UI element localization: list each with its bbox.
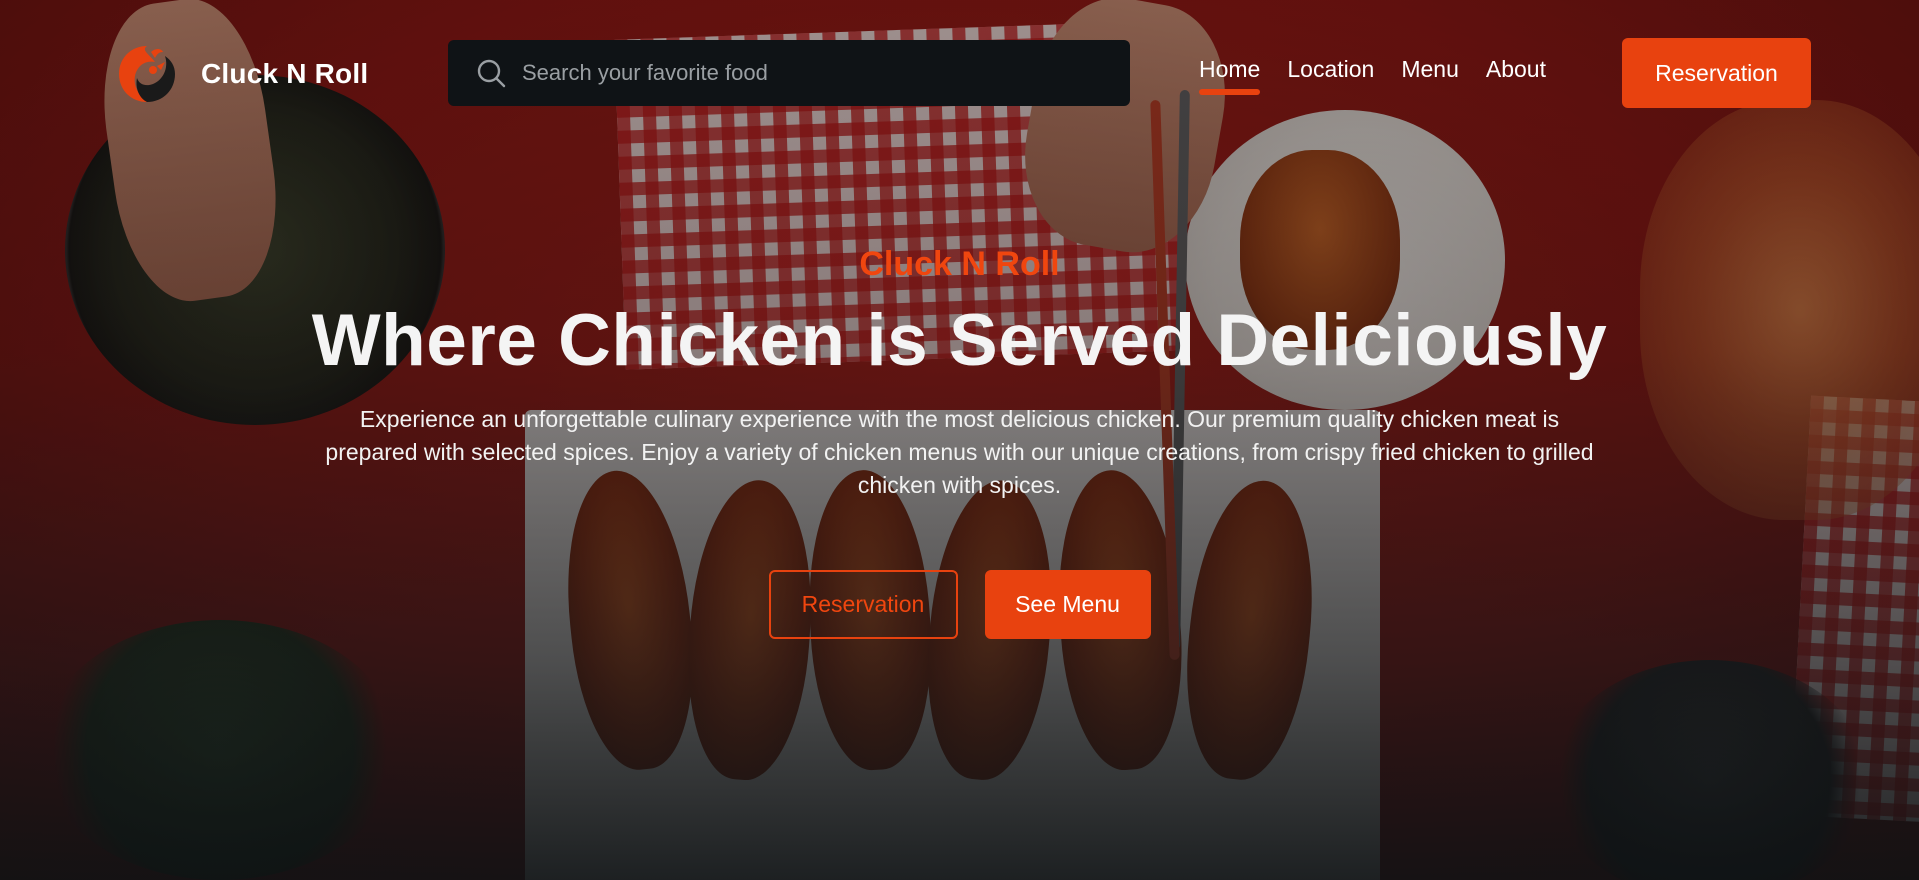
navbar: Cluck N Roll Home Location Menu About Re… <box>0 0 1919 145</box>
brand-name: Cluck N Roll <box>201 58 369 89</box>
nav-item-home[interactable]: Home <box>1199 56 1261 95</box>
nav-item-location[interactable]: Location <box>1287 56 1374 93</box>
rooster-swirl-icon <box>119 46 175 102</box>
search-input[interactable] <box>520 59 1084 87</box>
brand-logo-link[interactable]: Cluck N Roll <box>113 40 368 108</box>
nav-item-menu[interactable]: Menu <box>1401 56 1459 93</box>
search-bar[interactable] <box>448 40 1130 106</box>
main-nav: Home Location Menu About <box>1199 56 1546 95</box>
hero-description: Experience an unforgettable culinary exp… <box>325 406 1594 498</box>
hero-actions: Reservation See Menu <box>0 570 1919 639</box>
reservation-button[interactable]: Reservation <box>768 570 958 639</box>
search-icon <box>477 59 506 88</box>
hero-section: Cluck N Roll Home Location Menu About Re… <box>0 0 1919 880</box>
nav-item-about[interactable]: About <box>1486 56 1546 93</box>
hero-headline: Where Chicken is Served Deliciously <box>311 300 1608 381</box>
nav-reservation-button[interactable]: Reservation <box>1622 38 1811 108</box>
see-menu-button[interactable]: See Menu <box>984 570 1151 639</box>
hero-eyebrow: Cluck N Roll <box>859 245 1060 283</box>
hero-content: Cluck N Roll Where Chicken is Served Del… <box>0 245 1919 639</box>
